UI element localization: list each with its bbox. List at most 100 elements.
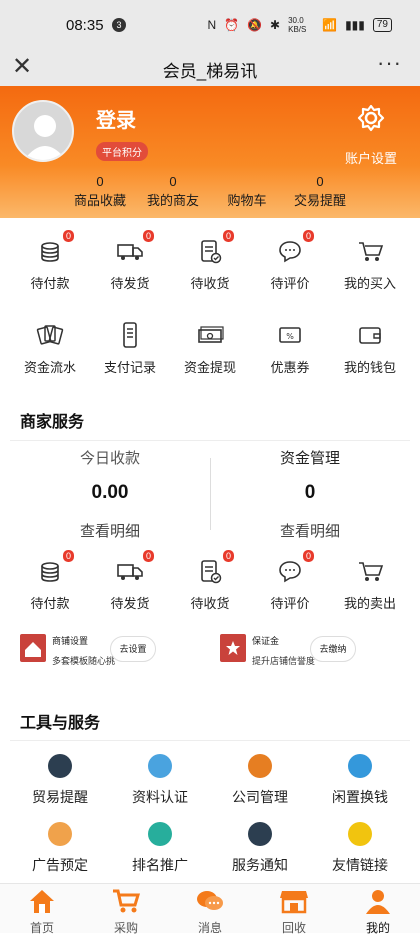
points-badge[interactable]: 平台积分 <box>96 142 148 161</box>
tab-messages[interactable]: 消息 <box>168 888 252 936</box>
funds-details-link[interactable]: 查看明细 <box>210 520 410 541</box>
promo-title: 商铺设置 <box>52 636 89 646</box>
tool-verification[interactable]: 资料认证 <box>112 754 208 807</box>
chat-bubble-icon <box>279 561 301 583</box>
clipboard-check-icon <box>201 240 222 264</box>
cart-icon <box>359 562 384 581</box>
finance-label: 优惠券 <box>270 360 310 375</box>
my-wallet[interactable]: 我的钱包 <box>328 320 412 376</box>
tool-label: 友情链接 <box>332 857 388 873</box>
cards-icon <box>36 325 64 345</box>
order-pending-review[interactable]: 0 待评价 <box>248 230 332 292</box>
bottom-tab-bar: 首页 采购 消息 回收 我的 <box>0 883 420 936</box>
status-icons: N ⏰ 🔕 ✱ 30.0 KB/S 📶 ▮▮▮ 79 <box>207 16 392 34</box>
order-label: 待收货 <box>190 276 230 291</box>
sale-my-sales[interactable]: 我的卖出 <box>328 556 412 612</box>
title-bar: ✕ 会员_梯易讯 ··· <box>0 50 420 86</box>
link-share-icon <box>348 822 372 846</box>
tool-trade-reminder[interactable]: 贸易提醒 <box>12 754 108 807</box>
ad-icon <box>48 822 72 846</box>
order-label: 待发货 <box>110 596 150 611</box>
sale-pending-shipment[interactable]: 0 待发货 <box>88 550 172 612</box>
tab-home[interactable]: 首页 <box>0 888 84 936</box>
tab-label: 我的 <box>365 921 390 935</box>
funds-value: 0 <box>304 482 316 503</box>
divider <box>10 740 410 741</box>
account-settings-button[interactable]: 账户设置 <box>336 104 406 167</box>
account-settings-label: 账户设置 <box>344 151 397 166</box>
wifi-icon: 📶 <box>322 18 338 32</box>
network-speed: 30.0 KB/S <box>288 16 307 34</box>
cart-icon <box>359 242 384 261</box>
order-pending-shipment[interactable]: 0 待发货 <box>88 230 172 292</box>
sale-pending-payment[interactable]: 0 待付款 <box>8 550 92 612</box>
funds-label: 资金管理 <box>279 450 340 467</box>
count-badge: 0 <box>302 230 314 242</box>
tab-recycle[interactable]: 回收 <box>252 888 336 936</box>
chat-bubble-icon <box>279 241 301 263</box>
count-badge: 0 <box>62 550 74 562</box>
finance-label: 资金提现 <box>183 360 236 375</box>
stat-value: 0 <box>316 174 324 189</box>
order-pending-receipt[interactable]: 0 待收货 <box>168 230 252 292</box>
tab-mine[interactable]: 我的 <box>336 888 420 936</box>
status-time: 08:35 <box>66 17 104 34</box>
tool-service-notice[interactable]: 服务通知 <box>212 822 308 875</box>
tool-friend-links[interactable]: 友情链接 <box>312 822 408 875</box>
alarm-icon: ⏰ <box>224 18 240 32</box>
cash-stack-icon <box>198 326 224 343</box>
sale-pending-receipt[interactable]: 0 待收货 <box>168 550 252 612</box>
stat-label: 交易提醒 <box>293 193 346 208</box>
go-pay-button[interactable]: 去缴纳 <box>310 636 356 662</box>
signal-icon: ▮▮▮ <box>345 18 365 32</box>
go-settings-button[interactable]: 去设置 <box>110 636 156 662</box>
mute-icon: 🔕 <box>247 18 263 32</box>
cart-icon <box>113 889 141 913</box>
tool-sell-idle[interactable]: 闲置换钱 <box>312 754 408 807</box>
tab-purchase[interactable]: 采购 <box>84 888 168 936</box>
tool-company-management[interactable]: 公司管理 <box>212 754 308 807</box>
tab-label: 采购 <box>113 921 138 935</box>
avatar[interactable] <box>12 100 74 162</box>
payment-records[interactable]: 支付记录 <box>88 320 172 376</box>
truck-icon <box>117 244 143 260</box>
finance-label: 我的钱包 <box>343 360 396 375</box>
more-menu-icon[interactable]: ··· <box>377 50 402 76</box>
order-pending-payment[interactable]: 0 待付款 <box>8 230 92 292</box>
clipboard-check-icon <box>201 560 222 584</box>
deposit-card[interactable]: 保证金 提升店铺信誉度 去缴纳 <box>220 634 400 670</box>
sale-pending-review[interactable]: 0 待评价 <box>248 550 332 612</box>
order-label: 待发货 <box>110 276 150 291</box>
tool-label: 资料认证 <box>132 789 188 805</box>
promo-subtitle: 多套模板随心挑 <box>52 656 116 666</box>
tool-ranking-promotion[interactable]: 排名推广 <box>112 822 208 875</box>
coupons[interactable]: % 优惠券 <box>248 320 332 376</box>
user-icon <box>366 890 390 914</box>
page-title: 会员_梯易讯 <box>162 62 258 81</box>
count-badge: 0 <box>222 230 234 242</box>
promo-subtitle: 提升店铺信誉度 <box>252 656 316 666</box>
fund-withdraw[interactable]: 资金提现 <box>168 320 252 376</box>
tool-label: 广告预定 <box>32 857 88 873</box>
nfc-icon: N <box>207 18 217 32</box>
trade-reminder-icon <box>48 754 72 778</box>
fund-flow[interactable]: 资金流水 <box>8 320 92 376</box>
shop-settings-card[interactable]: 商铺设置 多套模板随心挑 去设置 <box>20 634 200 670</box>
profile-header: 登录 平台积分 账户设置 0 商品收藏 0 我的商友 购物车 0 交易提醒 <box>0 86 420 218</box>
order-label: 我的买入 <box>343 276 396 291</box>
tools-section-title: 工具与服务 <box>20 715 101 732</box>
battery-icon: 79 <box>372 18 392 32</box>
truck-icon <box>117 564 143 580</box>
tool-ad-booking[interactable]: 广告预定 <box>12 822 108 875</box>
tab-label: 首页 <box>29 921 54 935</box>
finance-label: 资金流水 <box>23 360 76 375</box>
order-my-purchases[interactable]: 我的买入 <box>328 236 412 292</box>
phone-icon <box>123 322 137 348</box>
order-label: 待付款 <box>30 276 70 291</box>
income-details-link[interactable]: 查看明细 <box>10 520 210 541</box>
coupon-icon: % <box>279 327 301 343</box>
promo-title: 保证金 <box>252 636 280 646</box>
login-link[interactable]: 登录 <box>96 104 136 133</box>
stat-trade-alerts[interactable]: 0 交易提醒 <box>275 174 365 209</box>
income-label: 今日收款 <box>79 450 140 467</box>
